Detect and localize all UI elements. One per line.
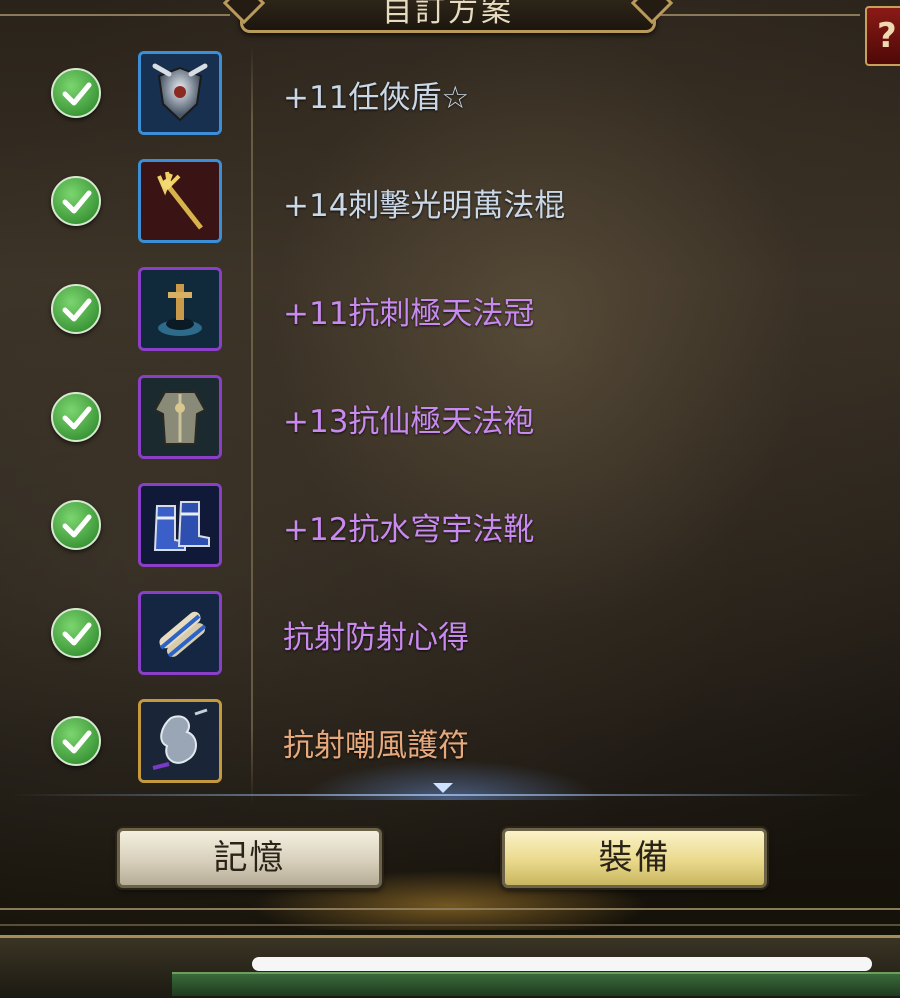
amulet-icon[interactable] <box>138 699 222 783</box>
frame-ornament-right <box>660 14 860 32</box>
scroll-down-icon[interactable] <box>433 783 453 793</box>
item-name: +12抗水穹宇法靴 <box>283 512 535 548</box>
staff-icon[interactable] <box>138 159 222 243</box>
equipment-row[interactable]: +14刺擊光明萬法棍 <box>0 148 900 256</box>
list-bottom-divider <box>10 794 870 796</box>
item-name: +13抗仙極天法袍 <box>283 404 535 440</box>
checkmark-icon[interactable] <box>51 608 101 658</box>
item-name: 抗射防射心得 <box>283 620 469 656</box>
checkmark-icon[interactable] <box>51 68 101 118</box>
equipment-row[interactable]: +11抗刺極天法冠 <box>0 256 900 364</box>
equip-button[interactable]: 裝備 <box>502 828 767 888</box>
item-name: 抗射嘲風護符 <box>283 728 469 764</box>
crown-icon[interactable] <box>138 267 222 351</box>
item-name: +11任俠盾☆ <box>283 80 470 116</box>
robe-icon[interactable] <box>138 375 222 459</box>
scroll-icon[interactable] <box>138 591 222 675</box>
item-name: +14刺擊光明萬法棍 <box>283 188 566 224</box>
frame-ornament-left <box>0 14 230 32</box>
panel-title: 自訂方案 <box>382 0 514 29</box>
loadout-panel: 自訂方案 ? +11任俠盾☆ +14刺擊光明萬法棍 +11抗刺極天法冠 +13抗仙極天… <box>0 0 900 935</box>
shield-icon[interactable] <box>138 51 222 135</box>
frame-ornament-bottom <box>0 908 900 926</box>
checkmark-icon[interactable] <box>51 716 101 766</box>
equipment-row[interactable]: +13抗仙極天法袍 <box>0 364 900 472</box>
equipment-row[interactable]: +12抗水穹宇法靴 <box>0 472 900 580</box>
status-strip <box>172 972 900 996</box>
memory-button[interactable]: 記憶 <box>117 828 382 888</box>
home-indicator[interactable] <box>252 957 872 971</box>
checkmark-icon[interactable] <box>51 392 101 442</box>
title-plate: 自訂方案 <box>240 0 656 33</box>
equipment-row[interactable]: +11任俠盾☆ <box>0 40 900 148</box>
item-name: +11抗刺極天法冠 <box>283 296 535 332</box>
checkmark-icon[interactable] <box>51 500 101 550</box>
checkmark-icon[interactable] <box>51 284 101 334</box>
equipment-row[interactable]: 抗射防射心得 <box>0 580 900 688</box>
checkmark-icon[interactable] <box>51 176 101 226</box>
boots-icon[interactable] <box>138 483 222 567</box>
